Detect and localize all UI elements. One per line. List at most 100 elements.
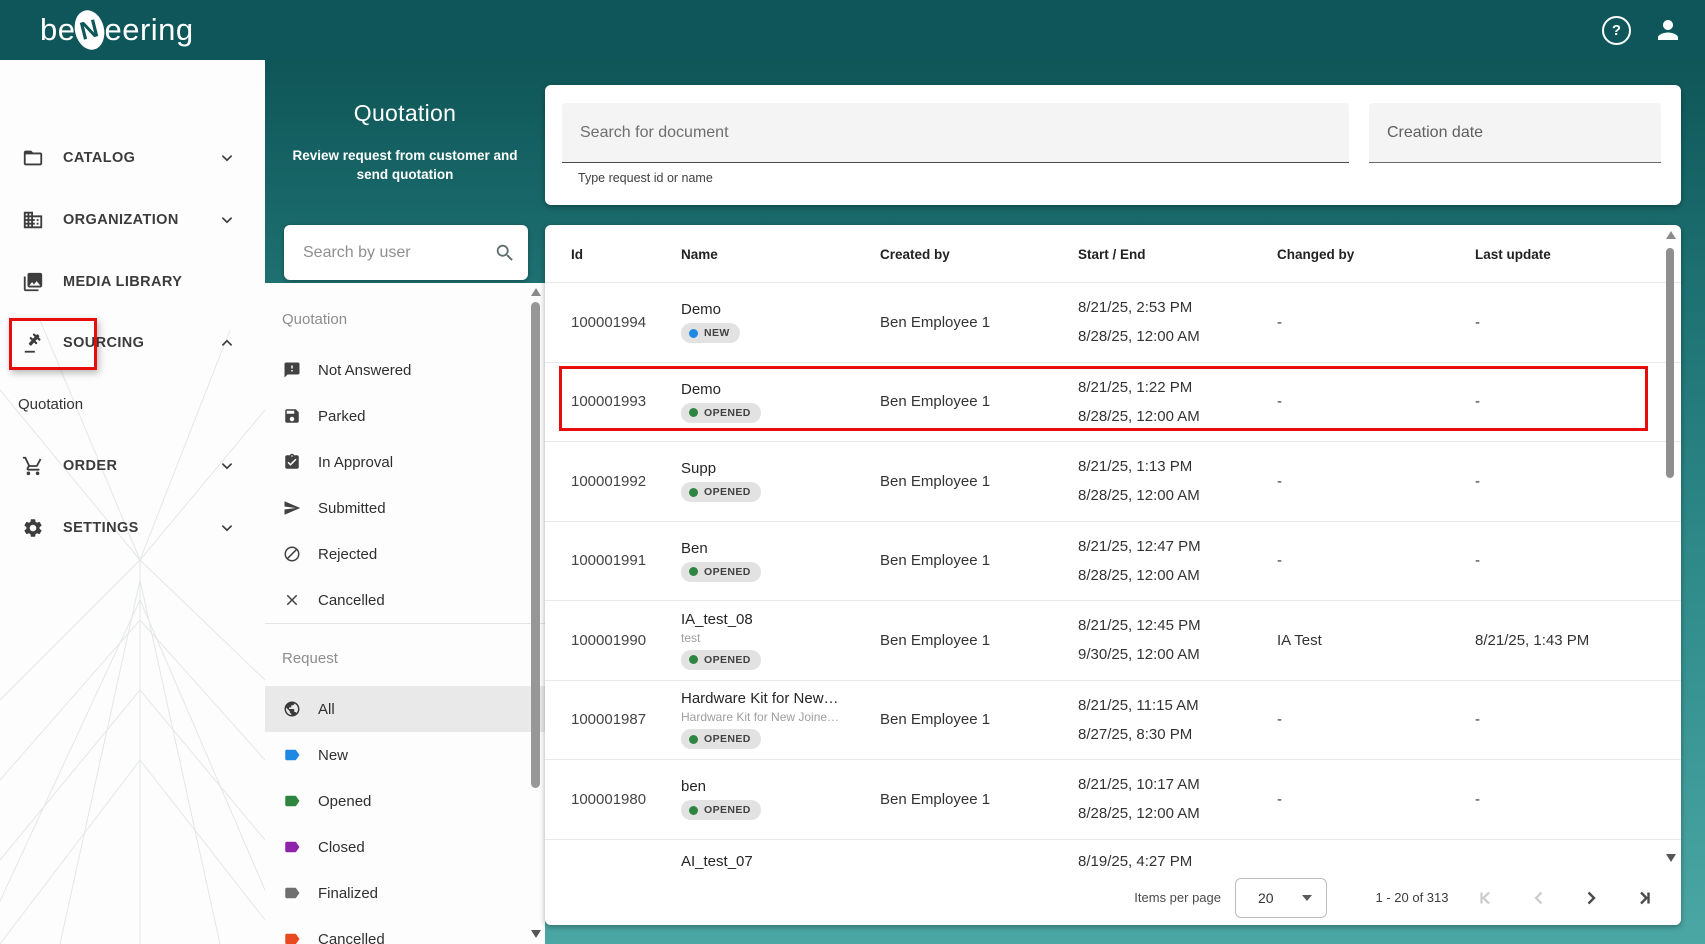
cell-changed-by: -: [1277, 313, 1282, 331]
account-icon[interactable]: [1653, 15, 1683, 45]
cell-last-update: [1475, 840, 1661, 871]
row-subtitle: test: [681, 630, 701, 645]
creation-date-field: [1369, 103, 1661, 163]
column-header-id[interactable]: Id: [571, 225, 583, 283]
cell-created-by: Ben Employee 1: [880, 790, 991, 808]
status-dot-icon: [689, 487, 698, 497]
last-page-icon[interactable]: [1631, 886, 1655, 910]
status-dot-icon: [689, 567, 698, 577]
table-row-100001992[interactable]: 100001992 Supp OPENED Ben Employee 1 8/21/25…: [545, 442, 1681, 522]
table-body: 100001994 Demo NEW Ben Employee 1 8/21/25, 2…: [545, 283, 1681, 870]
chevron-up-icon: [218, 334, 236, 352]
filter-panel: Quotation Not Answered Parked In Approval Su…: [265, 283, 545, 944]
column-header-start-end[interactable]: Start / End: [1078, 225, 1146, 283]
sidebar-item-quotation[interactable]: Quotation: [0, 378, 265, 430]
cell-changed-by: -: [1277, 393, 1282, 411]
scroll-up-icon[interactable]: [531, 288, 541, 296]
end-date: 8/27/25, 8:30 PM: [1078, 725, 1193, 743]
filter-item-new[interactable]: New: [265, 732, 545, 778]
help-icon[interactable]: ?: [1602, 15, 1631, 45]
search-for-document-input[interactable]: [578, 122, 1322, 143]
filter-item-finalized[interactable]: Finalized: [265, 870, 545, 916]
row-name: Ben: [681, 539, 708, 557]
column-header-changed-by[interactable]: Changed by: [1277, 225, 1354, 283]
top-bar: be Neering ?: [0, 0, 1705, 60]
sidebar-item-media-library[interactable]: MEDIA LIBRARY: [0, 254, 265, 310]
previous-page-icon[interactable]: [1527, 886, 1551, 910]
next-page-icon[interactable]: [1579, 886, 1603, 910]
status-dot-icon: [689, 655, 698, 665]
page-size-select[interactable]: 20: [1235, 877, 1327, 918]
sidebar-item-label: MEDIA LIBRARY: [63, 274, 183, 290]
first-page-icon[interactable]: [1475, 886, 1499, 910]
filter-item-not-answered[interactable]: Not Answered: [265, 347, 545, 393]
end-date: 8/28/25, 12:00 AM: [1078, 805, 1200, 823]
scroll-down-icon[interactable]: [1666, 854, 1676, 862]
search-by-user-input[interactable]: [301, 242, 490, 263]
cell-last-update: -: [1475, 711, 1480, 729]
sidebar-item-settings[interactable]: SETTINGS: [0, 500, 265, 556]
filter-item-cancelled[interactable]: Cancelled: [265, 916, 545, 944]
sidebar-item-order[interactable]: ORDER: [0, 438, 265, 494]
label-icon: [283, 792, 301, 810]
filter-panel-scrollbar[interactable]: [531, 302, 540, 788]
filter-item-cancelled[interactable]: Cancelled: [265, 577, 545, 623]
cell-last-update: -: [1475, 552, 1480, 570]
cell-id: 100001987: [571, 711, 647, 729]
column-header-created-by[interactable]: Created by: [880, 225, 950, 283]
table-row[interactable]: AI_test_07 8/19/25, 4:27 PM: [545, 840, 1681, 871]
status-badge: OPENED: [681, 729, 761, 750]
cell-start-end: 8/21/25, 2:53 PM 8/28/25, 12:00 AM: [1078, 283, 1268, 362]
sidebar-item-sourcing[interactable]: SOURCING: [0, 315, 265, 371]
filter-item-label: Rejected: [318, 545, 378, 563]
folder-icon: [22, 147, 44, 169]
app-window: be Neering ? CATALOG ORGANIZATION MEDIA LIB…: [0, 0, 1705, 944]
table-row-100001994[interactable]: 100001994 Demo NEW Ben Employee 1 8/21/25, 2…: [545, 283, 1681, 363]
section-divider: [265, 623, 545, 624]
column-header-name[interactable]: Name: [681, 225, 718, 283]
cell-last-update: -: [1475, 790, 1480, 808]
table-row-100001991[interactable]: 100001991 Ben OPENED Ben Employee 1 8/21/25,…: [545, 522, 1681, 601]
table-header: Id Name Created by Start / End Changed by Las…: [545, 225, 1681, 283]
table-row-100001987[interactable]: 100001987 Hardware Kit for New… Hardware K…: [545, 681, 1681, 760]
row-name: Hardware Kit for New…: [681, 690, 839, 708]
building-icon: [22, 209, 44, 231]
page-range-label: 1 - 20 of 313: [1375, 890, 1449, 905]
filter-item-opened[interactable]: Opened: [265, 778, 545, 824]
scroll-up-icon[interactable]: [1666, 231, 1676, 239]
table-row-100001980[interactable]: 100001980 ben OPENED Ben Employee 1 8/21/25,…: [545, 760, 1681, 840]
table-row-100001993[interactable]: 100001993 Demo OPENED Ben Employee 1 8/21/25…: [545, 363, 1681, 442]
cell-id: 100001992: [571, 472, 647, 490]
feedback-icon: [283, 361, 301, 379]
start-date: 8/21/25, 11:15 AM: [1078, 696, 1199, 714]
filter-item-in-approval[interactable]: In Approval: [265, 439, 545, 485]
filter-item-label: Opened: [318, 792, 372, 810]
filter-item-label: All: [318, 700, 335, 718]
filter-item-closed[interactable]: Closed: [265, 824, 545, 870]
search-icon[interactable]: [494, 242, 516, 264]
sidebar-item-organization[interactable]: ORGANIZATION: [0, 192, 265, 248]
filter-item-parked[interactable]: Parked: [265, 393, 545, 439]
table-scrollbar[interactable]: [1666, 248, 1674, 478]
logo-text-post: eering: [104, 12, 194, 47]
cell-changed-by: IA Test: [1277, 631, 1322, 649]
sidebar-item-catalog[interactable]: CATALOG: [0, 130, 265, 186]
cell-last-update: -: [1475, 393, 1480, 411]
filter-item-submitted[interactable]: Submitted: [265, 485, 545, 531]
blocked-icon: [283, 545, 301, 563]
creation-date-input[interactable]: [1385, 122, 1639, 143]
filter-item-all[interactable]: All: [265, 686, 545, 732]
chevron-down-icon: [218, 457, 236, 475]
end-date: 8/28/25, 12:00 AM: [1078, 487, 1200, 505]
status-label: OPENED: [704, 565, 751, 578]
column-header-last-update[interactable]: Last update: [1475, 225, 1551, 283]
filter-item-label: Not Answered: [318, 361, 412, 379]
approval-icon: [283, 453, 301, 471]
end-date: 8/28/25, 12:00 AM: [1078, 566, 1200, 584]
cell-start-end: 8/21/25, 11:15 AM 8/27/25, 8:30 PM: [1078, 681, 1268, 760]
filter-item-rejected[interactable]: Rejected: [265, 531, 545, 577]
scroll-down-icon[interactable]: [531, 930, 541, 938]
table-row-100001990[interactable]: 100001990 IA_test_08 test OPENED Ben Employe…: [545, 601, 1681, 681]
cell-name: Ben OPENED: [681, 522, 871, 601]
cell-start-end: 8/21/25, 12:47 PM 8/28/25, 12:00 AM: [1078, 522, 1268, 601]
